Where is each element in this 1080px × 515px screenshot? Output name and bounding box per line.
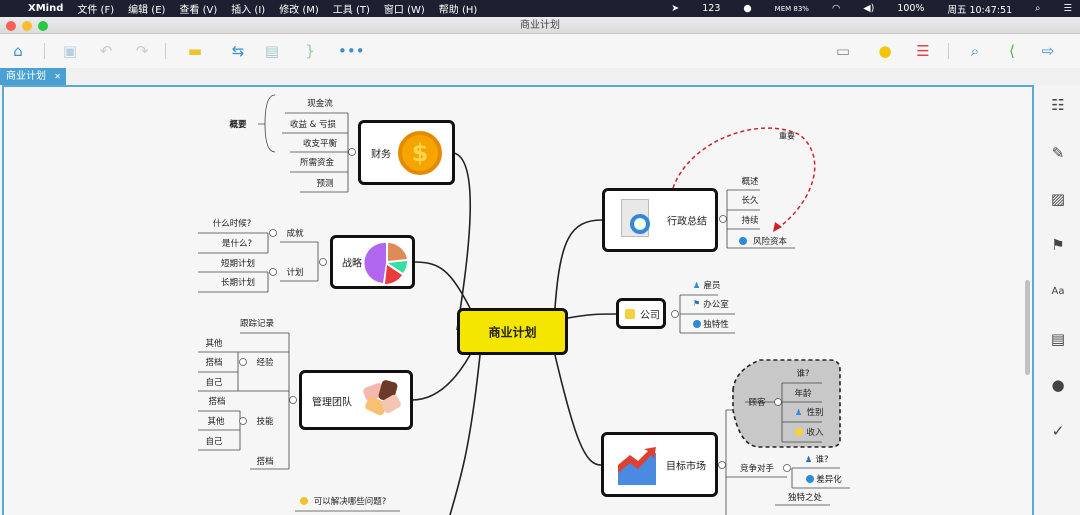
text-style-icon[interactable]: Aa (1048, 282, 1068, 302)
topic-finance[interactable]: 财务 $ (358, 120, 455, 185)
subtopic[interactable]: 收入 (806, 426, 823, 438)
subtopic[interactable]: 技能 (256, 415, 273, 427)
growth-chart-icon (618, 447, 656, 485)
subtopic[interactable]: 搭档 (256, 455, 273, 467)
subtopic[interactable]: 可以解决哪些问题? (314, 495, 387, 507)
subtopic[interactable]: 预测 (316, 177, 333, 189)
topic-label: 管理团队 (312, 397, 352, 409)
subtopic[interactable]: 自己 (205, 435, 222, 447)
subtopic[interactable]: 什么时候? (213, 217, 252, 229)
topic-strategy[interactable]: 战略 (330, 235, 415, 289)
subtopic[interactable]: 现金流 (307, 97, 333, 109)
relationship-arrow (773, 222, 782, 232)
right-sidebar: ☷ ✎ ▨ ⚑ Aa ▤ ● ✓ (1036, 85, 1080, 515)
subtopic[interactable]: 年龄 (794, 387, 811, 399)
topic-label: 目标市场 (666, 461, 706, 473)
topic-label: 战略 (342, 258, 362, 270)
marker-flag-icon[interactable]: ⚑ (1048, 235, 1068, 255)
topic-label: 财务 (371, 149, 391, 161)
subtopic[interactable]: 自己 (205, 376, 222, 388)
subtopic[interactable]: 搭档 (205, 356, 222, 368)
yellow-dot-icon (300, 497, 308, 505)
subtopic[interactable]: 经验 (256, 356, 273, 368)
topic-label: 公司 (640, 310, 660, 322)
subtopic[interactable]: 所需资金 (300, 156, 334, 168)
question-icon (806, 475, 814, 483)
subtopic[interactable]: 长期计划 (221, 276, 255, 288)
subtopic[interactable]: 其他 (207, 415, 224, 427)
subtopic[interactable]: 办公室 (703, 298, 729, 310)
topic-company[interactable]: 公司 (616, 298, 666, 329)
summary-label[interactable]: 概要 (229, 118, 246, 130)
format-brush-icon[interactable]: ✎ (1048, 143, 1068, 163)
subtopic[interactable]: 跟踪记录 (240, 317, 274, 329)
flag-icon: ⚑ (693, 299, 701, 308)
subtopic[interactable]: 独特性 (703, 318, 729, 330)
subtopic[interactable]: 顾客 (748, 396, 765, 408)
company-icon (625, 309, 635, 319)
topic-label: 行政总结 (667, 216, 707, 228)
subtopic[interactable]: 性别 (806, 406, 823, 418)
topic-executive-summary[interactable]: 行政总结 (602, 188, 718, 252)
topic-target-market[interactable]: 目标市场 (601, 432, 718, 497)
image-icon[interactable]: ▨ (1048, 189, 1068, 209)
comment-icon[interactable]: ● (1048, 375, 1068, 395)
subtopic[interactable]: 长久 (741, 194, 758, 206)
subtopic[interactable]: 差异化 (816, 473, 842, 485)
question-icon (693, 320, 701, 328)
subtopic[interactable]: 独特之处 (788, 491, 822, 503)
subtopic[interactable]: 其他 (205, 337, 222, 349)
vertical-scrollbar[interactable] (1025, 280, 1030, 375)
subtopic[interactable]: 短期计划 (221, 257, 255, 269)
central-topic[interactable]: 商业计划 (457, 308, 568, 355)
notes-icon[interactable]: ▤ (1048, 329, 1068, 349)
team-hands-icon (362, 379, 403, 419)
subtopic[interactable]: 持续 (741, 214, 758, 226)
central-topic-label: 商业计划 (488, 325, 537, 339)
subtopic[interactable]: 谁? (796, 367, 809, 379)
dollar-coin-icon: $ (398, 131, 442, 175)
subtopic[interactable]: 谁? (815, 453, 828, 465)
subtopic[interactable]: 收益 & 亏损 (290, 118, 336, 130)
subtopic[interactable]: 竞争对手 (740, 462, 774, 474)
subtopic[interactable]: 概述 (741, 175, 758, 187)
subtopic[interactable]: 计划 (286, 266, 303, 278)
subtopic[interactable]: 收支平衡 (303, 137, 337, 149)
subtopic[interactable]: 搭档 (208, 395, 225, 407)
person-icon: ♟ (693, 281, 701, 290)
person-icon: ♟ (805, 455, 813, 464)
coin-icon (795, 428, 803, 436)
info-icon (739, 237, 747, 245)
pie-chart-icon (364, 242, 407, 285)
person-icon: ♟ (795, 408, 803, 417)
task-clipboard-icon[interactable]: ✓ (1048, 421, 1068, 441)
document-search-icon (621, 199, 650, 237)
connector-lines (198, 94, 850, 515)
subtopic[interactable]: 风险资本 (753, 235, 787, 247)
subtopic[interactable]: 雇员 (703, 279, 720, 291)
relationship-label[interactable]: 重要 (779, 131, 795, 142)
outline-icon[interactable]: ☷ (1048, 95, 1068, 115)
subtopic[interactable]: 是什么? (222, 237, 252, 249)
subtopic[interactable]: 成就 (286, 227, 303, 239)
topic-management-team[interactable]: 管理团队 (299, 370, 413, 430)
